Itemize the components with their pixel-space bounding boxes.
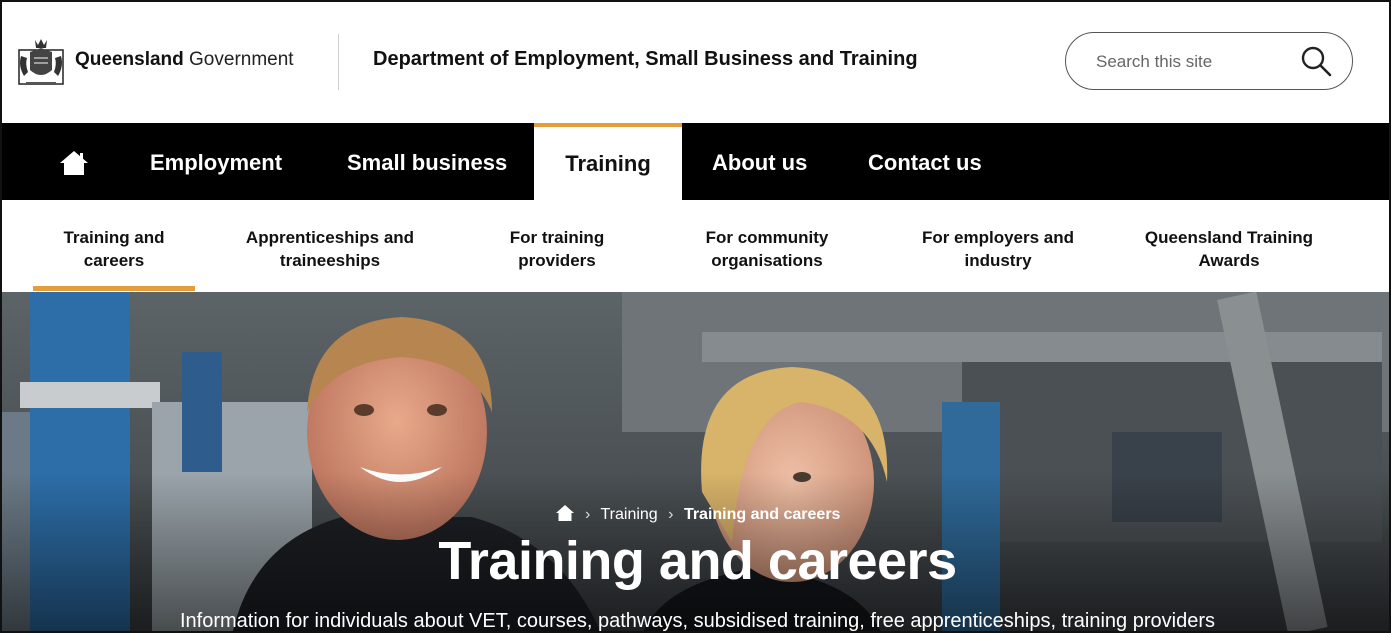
subnav-label-line1: Queensland Training <box>1144 228 1314 247</box>
breadcrumb-separator: › <box>668 506 674 523</box>
org-name[interactable]: Queensland Government <box>75 49 294 71</box>
org-name-bold: Queensland <box>75 49 184 70</box>
home-icon[interactable] <box>555 504 575 522</box>
site-header: Queensland Government Department of Empl… <box>2 2 1389 123</box>
page-title: Training and careers <box>438 531 957 591</box>
subnav-label-line1: For training <box>509 228 605 247</box>
hero-banner: › Training › Training and careers Traini… <box>2 292 1389 632</box>
subnav-label-line2: Awards <box>1198 251 1260 270</box>
breadcrumb-link-training[interactable]: Training <box>600 506 657 523</box>
subnav-label-line1: For employers and <box>921 228 1075 247</box>
department-name[interactable]: Department of Employment, Small Business… <box>373 48 918 71</box>
nav-item-employment[interactable]: Employment <box>150 123 282 200</box>
subnav-item-employers-industry[interactable]: For employers and industry <box>902 226 1094 272</box>
queensland-crest-icon[interactable] <box>16 36 66 88</box>
nav-item-training[interactable]: Training <box>534 123 682 200</box>
search-box <box>1065 32 1353 90</box>
subnav-item-apprenticeships[interactable]: Apprenticeships and traineeships <box>220 226 440 272</box>
search-input[interactable] <box>1096 49 1286 75</box>
subnav-item-training-and-careers[interactable]: Training and careers <box>33 226 195 272</box>
subnav-label-line2: careers <box>83 251 145 270</box>
nav-item-small-business[interactable]: Small business <box>347 123 507 200</box>
subnav-label-line2: traineeships <box>279 251 381 270</box>
section-navigation: Training and careers Apprenticeships and… <box>2 200 1389 292</box>
subnav-item-community-organisations[interactable]: For community organisations <box>682 226 852 272</box>
subnav-label-line1: For community <box>705 228 829 247</box>
header-divider <box>338 34 339 90</box>
active-indicator <box>33 286 195 291</box>
page-frame: Queensland Government Department of Empl… <box>0 0 1391 633</box>
page-description: Information for individuals about VET, c… <box>180 610 1215 632</box>
breadcrumb: › Training › Training and careers <box>2 504 1389 524</box>
home-icon[interactable] <box>58 149 90 177</box>
subnav-label-line1: Training and <box>63 228 165 247</box>
subnav-label-line1: Apprenticeships and <box>245 228 415 247</box>
org-name-regular: Government <box>189 49 294 70</box>
breadcrumb-current: Training and careers <box>683 506 841 523</box>
nav-item-about-us[interactable]: About us <box>712 123 807 200</box>
breadcrumb-separator: › <box>585 506 591 523</box>
subnav-label-line2: providers <box>518 251 596 270</box>
subnav-label-line2: organisations <box>711 251 823 270</box>
main-navigation: Employment Small business Training About… <box>2 123 1389 200</box>
nav-item-contact-us[interactable]: Contact us <box>868 123 982 200</box>
subnav-label-line2: industry <box>964 251 1032 270</box>
search-icon[interactable] <box>1298 44 1334 80</box>
subnav-item-training-awards[interactable]: Queensland Training Awards <box>1122 226 1336 272</box>
subnav-item-training-providers[interactable]: For training providers <box>477 226 637 272</box>
